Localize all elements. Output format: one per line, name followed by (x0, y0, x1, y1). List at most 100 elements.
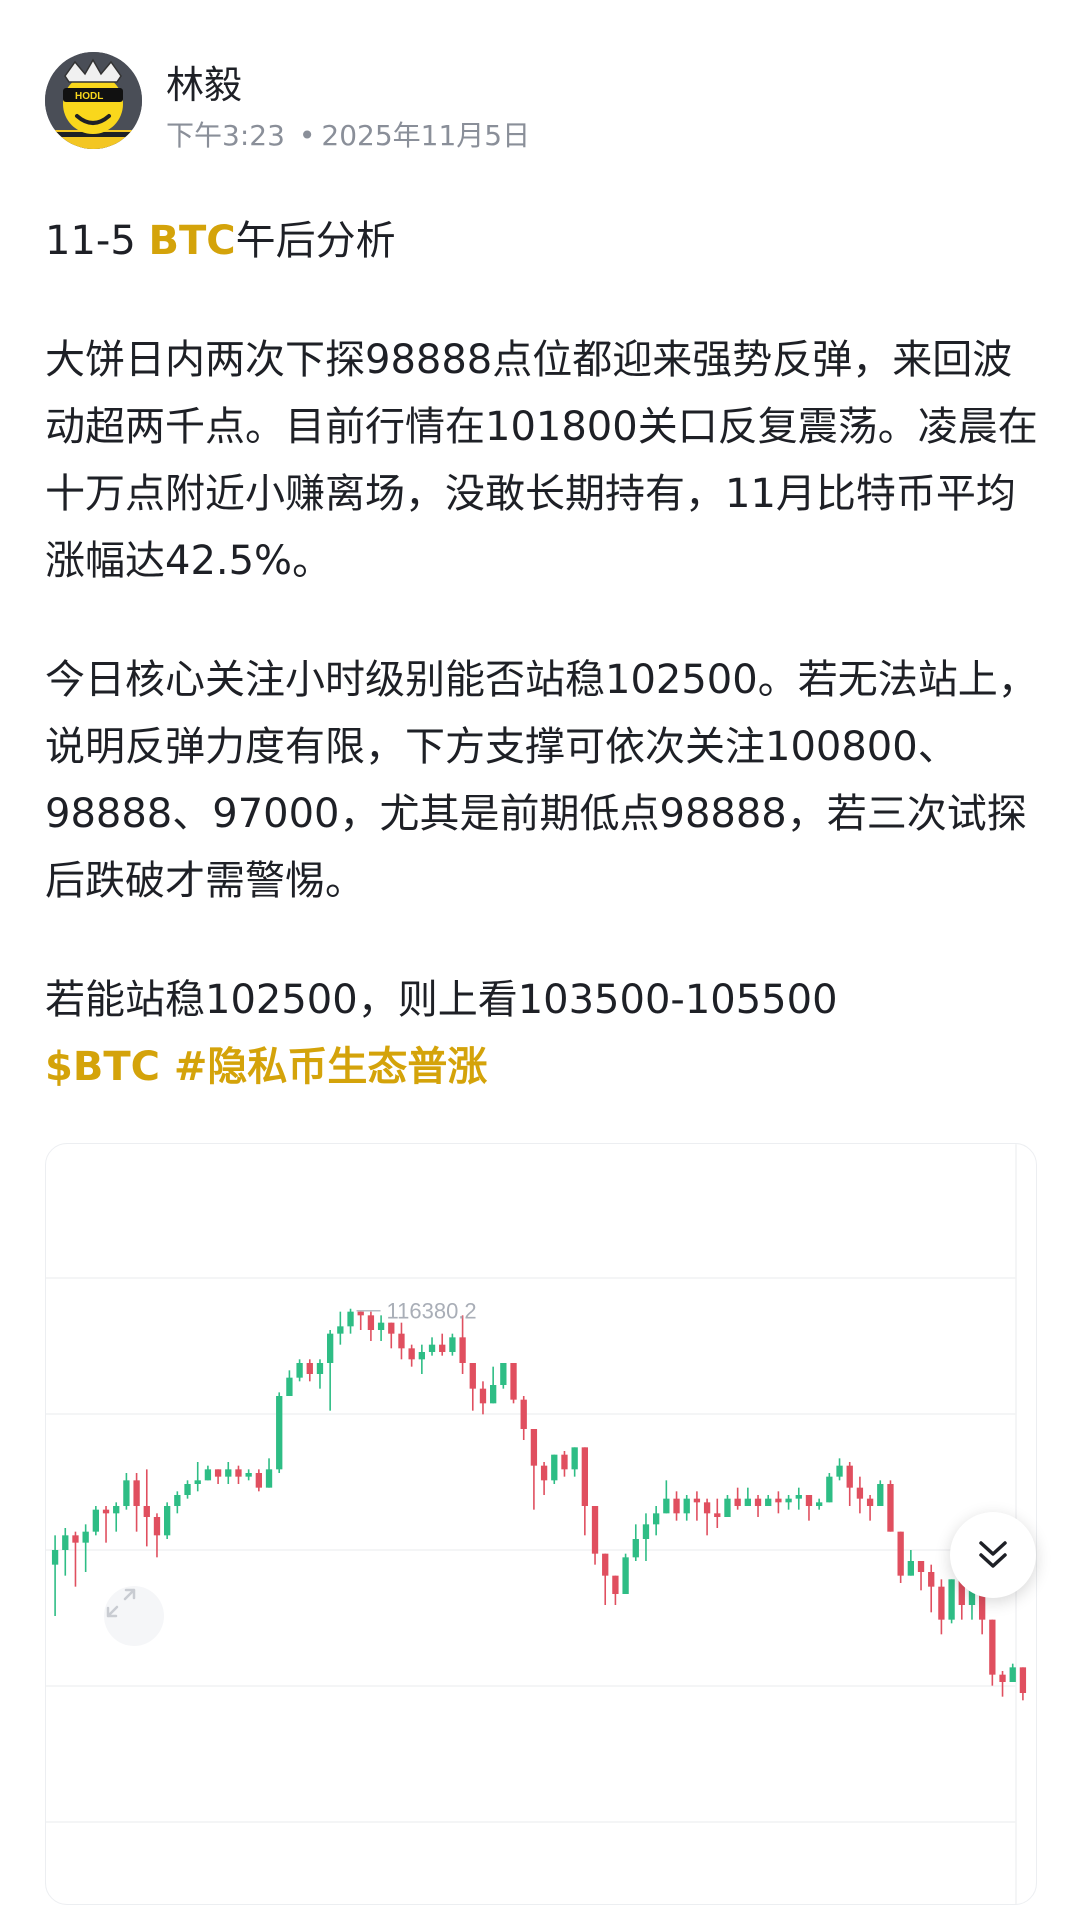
candle-body (571, 1447, 578, 1470)
candle (683, 1495, 690, 1521)
candle-body (693, 1498, 701, 1503)
candle-body (92, 1509, 100, 1532)
candle (785, 1495, 792, 1510)
candle (815, 1498, 823, 1510)
post-paragraph-1: 大饼日内两次下探98888点位都迎来强势反弹，来回波动超两千点。目前行情在101… (45, 337, 1038, 584)
candle (612, 1575, 619, 1605)
candle (948, 1579, 955, 1624)
candle (510, 1363, 517, 1404)
btc-link[interactable]: BTC (149, 218, 236, 264)
candle (805, 1495, 813, 1521)
candle-body (357, 1311, 364, 1316)
candle-body (999, 1674, 1006, 1682)
candle (581, 1447, 589, 1536)
candle-body (469, 1363, 476, 1389)
candle-body (235, 1469, 242, 1477)
candle (439, 1333, 446, 1356)
candle-body (204, 1469, 212, 1481)
candle-body (734, 1498, 741, 1506)
candle (367, 1311, 375, 1341)
candle (418, 1344, 426, 1374)
candle (714, 1498, 721, 1528)
post-body: 11-5 BTC午后分析 大饼日内两次下探98888点位都迎来强势反弹，来回波动… (45, 208, 1045, 1101)
candle (235, 1465, 242, 1484)
candle (163, 1502, 171, 1539)
candle (347, 1308, 354, 1334)
candle-body (510, 1363, 517, 1400)
candle (642, 1513, 650, 1561)
candle (377, 1315, 385, 1341)
candle (561, 1451, 568, 1477)
expand-chart-button[interactable] (104, 1586, 164, 1646)
post-title: 11-5 BTC午后分析 (45, 208, 1045, 275)
candle-body (815, 1502, 823, 1506)
candle (398, 1322, 405, 1360)
post-paragraph-3: 若能站稳102500，则上看103500-105500 (45, 977, 838, 1023)
post-date: 2025年11月5日 (321, 119, 531, 152)
candle-body (907, 1561, 915, 1576)
author-name[interactable]: 林毅 (166, 54, 242, 109)
candle-body (398, 1333, 405, 1349)
candle-body (326, 1333, 334, 1363)
candle (724, 1495, 731, 1517)
candle-body (265, 1469, 273, 1488)
candle-body (724, 1498, 731, 1517)
candle-body (439, 1344, 446, 1352)
candle-body (703, 1502, 711, 1514)
candle (326, 1330, 334, 1411)
meta-separator: • (298, 119, 316, 152)
candle (51, 1535, 59, 1616)
candle-body (846, 1465, 853, 1488)
candle-body (143, 1506, 150, 1517)
candle-body (245, 1473, 252, 1477)
candle-body (306, 1363, 313, 1374)
candle-body (989, 1619, 996, 1675)
expand-arrows-icon (106, 1588, 136, 1618)
candle (734, 1487, 741, 1510)
candle-body (612, 1575, 619, 1594)
candle (602, 1553, 609, 1605)
candle (276, 1392, 283, 1473)
candle (765, 1495, 772, 1506)
title-prefix: 11-5 (45, 218, 149, 264)
candle (551, 1454, 558, 1484)
candle (113, 1502, 120, 1532)
post-paragraph-2: 今日核心关注小时级别能否站稳102500。若无法站上，说明反弹力度有限，下方支撑… (45, 657, 1038, 904)
candle (928, 1564, 935, 1613)
candle (316, 1359, 324, 1389)
btc-chart-card[interactable]: 116380.2 (45, 1143, 1037, 1905)
candle-body (948, 1579, 955, 1620)
candlestick-chart: 116380.2 (46, 1144, 1027, 1904)
candle (428, 1337, 436, 1356)
candle (337, 1311, 344, 1345)
candle-body (459, 1337, 466, 1363)
post-hashtags[interactable]: $BTC #隐私币生态普涨 (45, 1034, 1045, 1101)
candle-body (408, 1348, 415, 1360)
candle (673, 1491, 680, 1521)
candle (571, 1447, 578, 1477)
candle (693, 1491, 701, 1521)
candle-body (530, 1429, 538, 1466)
candle-body (82, 1531, 89, 1543)
candle-body (163, 1506, 171, 1536)
candle (265, 1458, 273, 1488)
candle-body (489, 1385, 497, 1404)
candle-body (642, 1524, 650, 1539)
candle (999, 1671, 1006, 1697)
hodl-emoji-avatar-icon: HODL (45, 52, 142, 149)
author-avatar[interactable]: HODL (45, 52, 142, 149)
candle-body (377, 1322, 385, 1330)
candle-body (347, 1311, 354, 1327)
candle (357, 1311, 364, 1330)
candle (245, 1469, 252, 1481)
candle (530, 1429, 538, 1510)
candle-body (652, 1513, 660, 1525)
candle (174, 1491, 181, 1514)
candle-body (388, 1322, 395, 1334)
candle-body (296, 1363, 303, 1378)
candle-body (255, 1473, 263, 1488)
candle-body (316, 1363, 324, 1374)
scroll-down-button[interactable] (950, 1512, 1036, 1598)
candle (989, 1619, 996, 1686)
candle-body (449, 1337, 456, 1352)
